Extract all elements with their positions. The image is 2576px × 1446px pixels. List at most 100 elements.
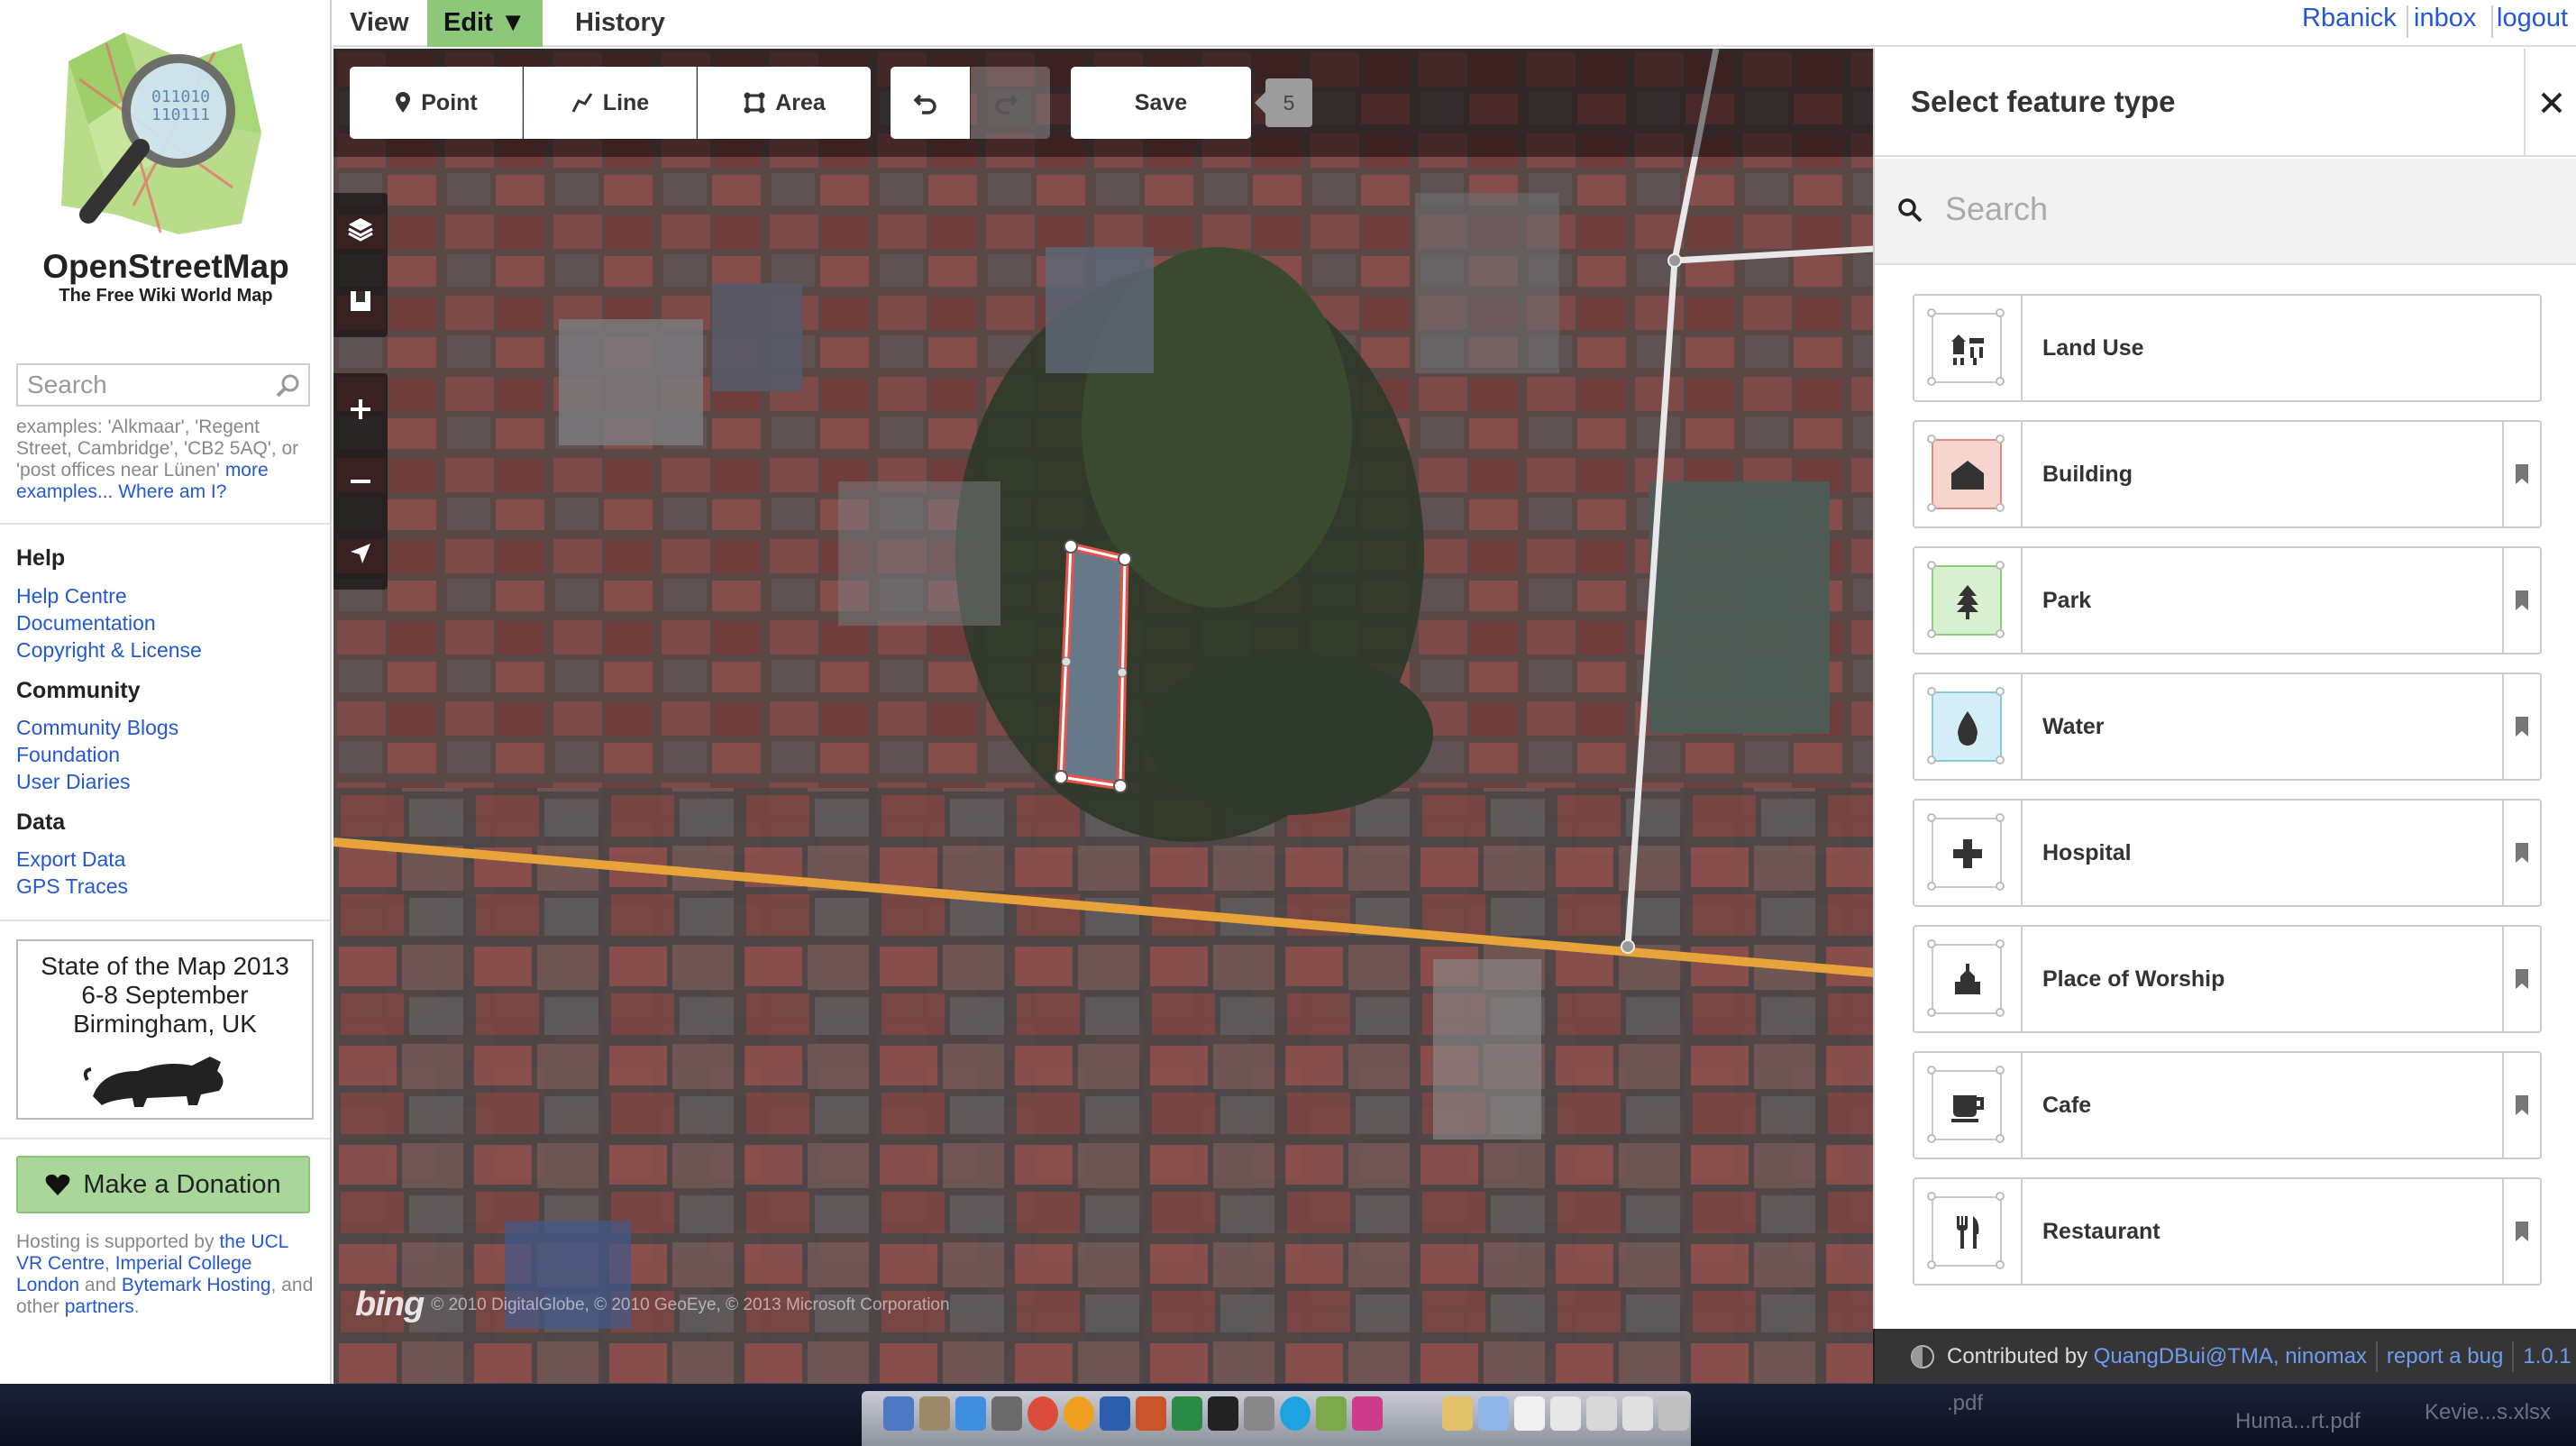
excel-icon[interactable] (1172, 1396, 1202, 1431)
app-icon[interactable] (1352, 1396, 1383, 1431)
vertex-handle (1996, 435, 2005, 444)
close-panel-button[interactable] (2524, 49, 2576, 157)
report-bug-link[interactable]: report a bug (2387, 1344, 2503, 1369)
chrome-icon[interactable] (1028, 1396, 1058, 1431)
user-diaries-link[interactable]: User Diaries (16, 770, 131, 794)
folder-icon[interactable] (1442, 1396, 1473, 1431)
zoom-out-button[interactable] (333, 445, 388, 517)
vertex-handle (1996, 308, 2005, 317)
add-point-button[interactable]: Point (350, 67, 523, 139)
bookmark-icon (2516, 464, 2528, 484)
donate-label: Make a Donation (83, 1169, 281, 1199)
vertex-handle (1996, 377, 2005, 386)
search-icon[interactable] (274, 372, 301, 399)
tag-info-button[interactable] (2502, 927, 2540, 1031)
document-icon[interactable] (1514, 1396, 1545, 1431)
preset-land-use[interactable]: Land Use (1913, 294, 2542, 402)
vertex-handle (1927, 435, 1936, 444)
where-am-i-link[interactable]: Where am I? (118, 481, 226, 502)
documentation-link[interactable]: Documentation (16, 611, 156, 636)
bookmark-icon (2516, 843, 2528, 863)
export-data-link[interactable]: Export Data (16, 847, 125, 872)
os-dock: .pdf Huma...rt.pdf Kevie...s.xlsx (0, 1384, 2576, 1446)
sotm-banner[interactable]: State of the Map 2013 6-8 September Birm… (16, 939, 314, 1120)
desktop-file-label: .pdf (1947, 1391, 1984, 1415)
tag-info-button[interactable] (2502, 801, 2540, 905)
tag-info-button[interactable] (2502, 422, 2540, 526)
skype-icon[interactable] (1280, 1396, 1311, 1431)
editor-footer: Contributed by QuangDBui@TMA, ninomax re… (1873, 1329, 2576, 1384)
sidebar-search-input[interactable] (18, 365, 261, 405)
username-link[interactable]: Rbanick (2302, 4, 2397, 33)
preset-water[interactable]: Water (1913, 673, 2542, 781)
bing-logo[interactable]: bing (355, 1286, 425, 1324)
preset-label: Place of Worship (2042, 966, 2225, 992)
document-icon[interactable] (1586, 1396, 1617, 1431)
preset-place-of-worship[interactable]: Place of Worship (1913, 925, 2542, 1033)
logout-link[interactable]: logout (2497, 4, 2568, 33)
bookmark-icon (2516, 1095, 2528, 1115)
tab-history[interactable]: History (559, 0, 681, 47)
map-canvas[interactable]: Point Line Area Save 5 bing © 2010 Digit… (333, 49, 1875, 1384)
document-icon[interactable] (1550, 1396, 1581, 1431)
brand-title: OpenStreetMap (42, 248, 289, 285)
tag-info-button[interactable] (2502, 548, 2540, 653)
tag-info-button[interactable] (2502, 674, 2540, 779)
word-icon[interactable] (1100, 1396, 1130, 1431)
version-link[interactable]: 1.0.1 (2523, 1344, 2571, 1369)
appstore-icon[interactable] (955, 1396, 986, 1431)
dashboard-icon[interactable] (919, 1396, 950, 1431)
divider (2407, 5, 2408, 38)
tab-edit[interactable]: Edit ▼ (427, 0, 543, 47)
add-area-button[interactable]: Area (698, 67, 871, 139)
firefox-icon[interactable] (1064, 1396, 1094, 1431)
attribution-text: © 2010 DigitalGlobe, © 2010 GeoEye, © 20… (431, 1295, 950, 1314)
tag-info-button[interactable] (2502, 1179, 2540, 1284)
preset-building[interactable]: Building (1913, 420, 2542, 528)
redo-icon (995, 94, 1019, 114)
tag-info-button[interactable] (2502, 1053, 2540, 1158)
close-icon (2541, 92, 2562, 114)
copyright-license-link[interactable]: Copyright & License (16, 638, 202, 663)
save-button[interactable]: Save (1071, 67, 1251, 139)
vertex-handle (1927, 377, 1936, 386)
app-icon[interactable] (1316, 1396, 1347, 1431)
brand-subtitle: The Free Wiki World Map (59, 286, 273, 306)
feature-search-input[interactable] (1945, 182, 2531, 236)
worship-icon (1955, 964, 1980, 994)
preset-restaurant[interactable]: Restaurant (1913, 1177, 2542, 1286)
background-layers-button[interactable] (333, 193, 388, 265)
satellite-imagery (333, 49, 1875, 1384)
trash-icon[interactable] (1658, 1396, 1689, 1431)
foundation-link[interactable]: Foundation (16, 743, 120, 767)
terminal-icon[interactable] (1208, 1396, 1238, 1431)
preset-park[interactable]: Park (1913, 546, 2542, 654)
redo-button[interactable] (971, 67, 1050, 139)
gps-traces-link[interactable]: GPS Traces (16, 874, 128, 899)
map-data-button[interactable] (333, 265, 388, 337)
finder-icon[interactable] (883, 1396, 914, 1431)
make-donation-button[interactable]: Make a Donation (16, 1156, 310, 1213)
bytemark-link[interactable]: Bytemark Hosting (122, 1275, 271, 1295)
divider (2375, 1341, 2378, 1372)
contributors-link[interactable]: QuangDBui@TMA, ninomax (2094, 1344, 2367, 1369)
preset-icon-box (1914, 296, 2023, 400)
contributors-icon (1911, 1344, 1934, 1368)
launchpad-icon[interactable] (991, 1396, 1022, 1431)
document-icon[interactable] (1622, 1396, 1653, 1431)
geolocate-button[interactable] (333, 517, 388, 590)
system-preferences-icon[interactable] (1244, 1396, 1274, 1431)
zoom-in-button[interactable] (333, 373, 388, 445)
folder-icon[interactable] (1478, 1396, 1509, 1431)
community-blogs-link[interactable]: Community Blogs (16, 716, 178, 740)
help-centre-link[interactable]: Help Centre (16, 584, 127, 609)
add-line-button[interactable]: Line (524, 67, 697, 139)
powerpoint-icon[interactable] (1136, 1396, 1166, 1431)
undo-button[interactable] (891, 67, 970, 139)
tab-view[interactable]: View (333, 0, 425, 47)
inbox-link[interactable]: inbox (2414, 4, 2476, 33)
osm-logo-icon[interactable]: 011010 110111 (52, 25, 269, 242)
partners-link[interactable]: partners (65, 1296, 134, 1317)
preset-hospital[interactable]: Hospital (1913, 799, 2542, 907)
preset-cafe[interactable]: Cafe (1913, 1051, 2542, 1159)
